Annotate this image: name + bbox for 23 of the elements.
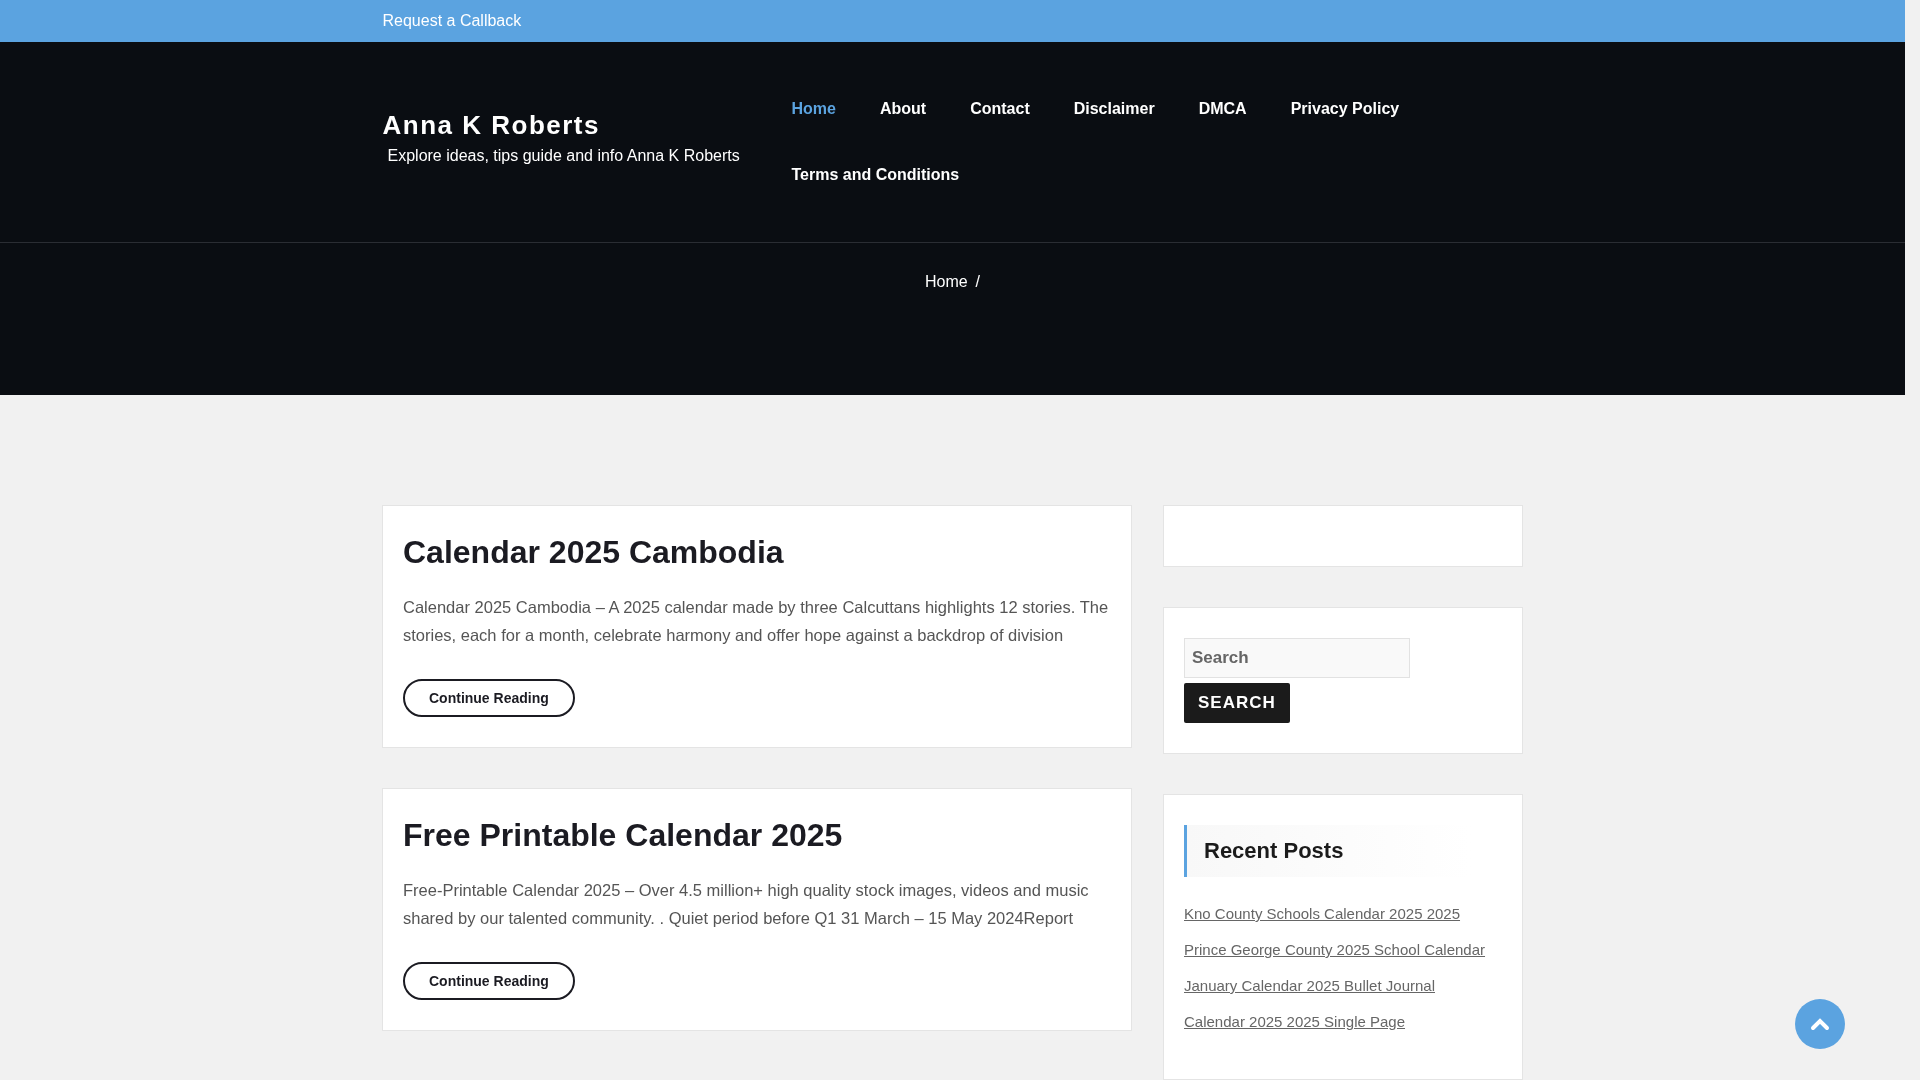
search-button[interactable]: SEARCH bbox=[1184, 683, 1290, 723]
recent-post-link[interactable]: Kno County Schools Calendar 2025 2025 bbox=[1184, 905, 1502, 922]
post-title[interactable]: Free Printable Calendar 2025 bbox=[403, 817, 1111, 854]
chevron-up-icon bbox=[1810, 1017, 1830, 1031]
nav-link[interactable]: Contact bbox=[948, 75, 1052, 142]
nav-link[interactable]: About bbox=[857, 75, 949, 142]
site-tagline: Explore ideas, tips guide and info Anna K Roberts bbox=[387, 147, 741, 166]
search-field[interactable]: Search bbox=[1184, 638, 1410, 678]
back-to-top-button[interactable] bbox=[1795, 999, 1845, 1049]
nav-link[interactable]: Terms and Conditions bbox=[769, 141, 982, 208]
continue-reading-button[interactable]: Continue Reading bbox=[403, 679, 575, 717]
recent-post-link[interactable]: Calendar 2025 2025 Single Page bbox=[1184, 1013, 1502, 1030]
breadcrumb-link[interactable]: Home bbox=[924, 272, 968, 290]
post-excerpt: Calendar 2025 Cambodia – A 2025 calendar made by three Calcuttans highlights 12 stories. The stories, each for a month, celebrate harmony and offer hope against a backdrop of division bbox=[403, 597, 1110, 646]
nav-link[interactable]: Privacy Policy bbox=[1268, 75, 1422, 142]
recent-post-link[interactable]: Prince George County 2025 School Calendar bbox=[1184, 941, 1502, 958]
recent-post-link[interactable]: January Calendar 2025 Bullet Journal bbox=[1184, 977, 1502, 994]
nav-link[interactable]: DMCA bbox=[1176, 75, 1269, 142]
post-title[interactable]: Calendar 2025 Cambodia bbox=[403, 534, 1111, 571]
continue-reading-button[interactable]: Continue Reading bbox=[403, 962, 575, 1000]
breadcrumb-separator: / bbox=[975, 272, 981, 290]
nav-link[interactable]: Disclaimer bbox=[1051, 75, 1177, 142]
post-excerpt: Free-Printable Calendar 2025 – Over 4.5 million+ high quality stock images, videos and music shared by our talented community. . Quiet period before Q1 31 March – 15 May 2024Report bbox=[403, 880, 1090, 929]
